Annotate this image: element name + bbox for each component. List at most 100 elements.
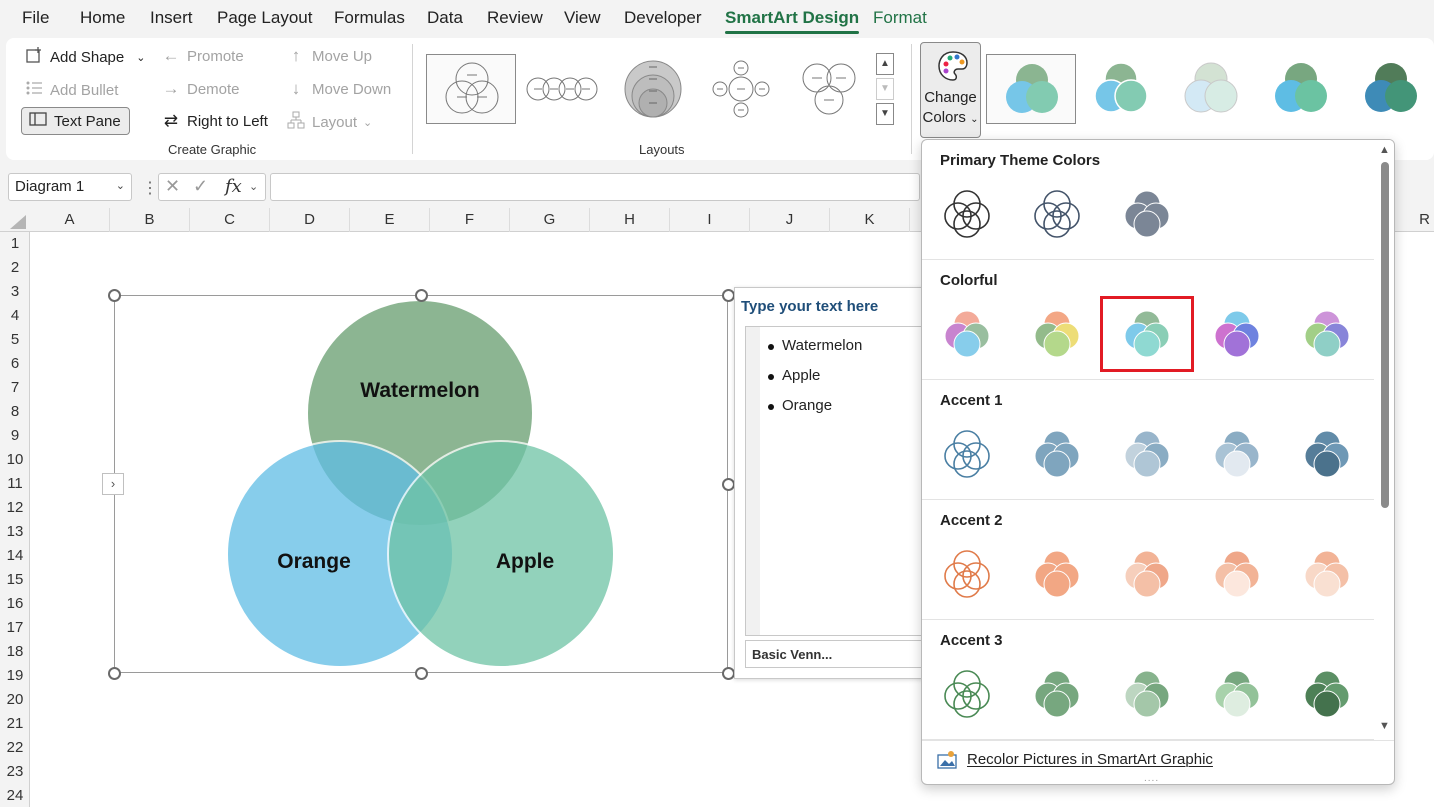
row-number[interactable]: 1 bbox=[0, 232, 30, 256]
color-menu-scrollbar[interactable]: ▲ ▼ bbox=[1376, 140, 1394, 740]
menu-home[interactable]: Home bbox=[80, 8, 125, 28]
venn-diagram[interactable]: Watermelon Orange Apple bbox=[114, 295, 734, 679]
layout-basic-venn[interactable] bbox=[426, 54, 516, 124]
color-option-accent-2-light[interactable] bbox=[1291, 538, 1363, 610]
column-b[interactable]: B bbox=[110, 208, 190, 232]
row-number[interactable]: 12 bbox=[0, 496, 30, 520]
menu-review[interactable]: Review bbox=[487, 8, 543, 28]
color-option-accent-3-dark[interactable] bbox=[1291, 658, 1363, 730]
recolor-pictures-option[interactable]: Recolor Pictures in SmartArt Graphic ...… bbox=[922, 740, 1394, 784]
menu-page-layout[interactable]: Page Layout bbox=[217, 8, 312, 28]
menu-insert[interactable]: Insert bbox=[150, 8, 193, 28]
row-number[interactable]: 21 bbox=[0, 712, 30, 736]
more-options-icon[interactable]: ⋮ bbox=[142, 178, 158, 198]
add-shape-button[interactable]: Add Shape ⌄ bbox=[24, 46, 145, 69]
color-option-accent-3-fill[interactable] bbox=[1021, 658, 1093, 730]
layout-stacked-venn[interactable] bbox=[608, 54, 698, 124]
color-option-accent-1-gradient-range[interactable] bbox=[1111, 418, 1183, 490]
column-k[interactable]: K bbox=[830, 208, 910, 232]
change-colors-button[interactable]: Change Colors ⌄ bbox=[920, 42, 981, 138]
color-option-accent-1-dark[interactable] bbox=[1291, 418, 1363, 490]
menu-data[interactable]: Data bbox=[427, 8, 463, 28]
column-e[interactable]: E bbox=[350, 208, 430, 232]
chevron-down-icon[interactable]: ⌄ bbox=[249, 180, 258, 193]
menu-file[interactable]: File bbox=[22, 8, 49, 28]
column-d[interactable]: D bbox=[270, 208, 350, 232]
row-number[interactable]: 24 bbox=[0, 784, 30, 807]
layout-name-link[interactable]: Basic Venn... bbox=[745, 640, 923, 668]
color-option-dark-2-outline[interactable] bbox=[1021, 178, 1093, 250]
right-to-left-button[interactable]: ⇄ Right to Left bbox=[161, 111, 268, 131]
text-pane-item[interactable]: Orange bbox=[767, 397, 832, 414]
demote-button[interactable]: → Demote bbox=[161, 79, 240, 99]
color-option-colorful-4[interactable] bbox=[1201, 298, 1273, 370]
text-pane-button[interactable]: Text Pane bbox=[21, 107, 130, 135]
chevron-down-icon[interactable]: ⌄ bbox=[116, 179, 125, 192]
color-option-colorful-3[interactable] bbox=[1100, 296, 1194, 372]
venn-label-watermelon[interactable]: Watermelon bbox=[360, 379, 479, 402]
cancel-icon[interactable]: ✕ bbox=[165, 176, 180, 197]
promote-button[interactable]: ← Promote bbox=[161, 46, 244, 66]
column-c[interactable]: C bbox=[190, 208, 270, 232]
scrollbar-thumb[interactable] bbox=[1381, 162, 1389, 508]
layouts-more-button[interactable]: ▼ bbox=[876, 103, 894, 125]
color-option-accent-2-fill[interactable] bbox=[1021, 538, 1093, 610]
menu-developer[interactable]: Developer bbox=[624, 8, 702, 28]
resize-handle[interactable] bbox=[108, 667, 121, 680]
color-option-accent-2-transparent[interactable] bbox=[1201, 538, 1273, 610]
column-g[interactable]: G bbox=[510, 208, 590, 232]
color-option-accent-1-fill[interactable] bbox=[1021, 418, 1093, 490]
color-option-colorful-1[interactable] bbox=[931, 298, 1003, 370]
column-f[interactable]: F bbox=[430, 208, 510, 232]
name-box[interactable]: Diagram 1 ⌄ bbox=[8, 173, 132, 201]
venn-label-orange[interactable]: Orange bbox=[277, 550, 351, 573]
row-number[interactable]: 7 bbox=[0, 376, 30, 400]
row-number[interactable]: 15 bbox=[0, 568, 30, 592]
column-a[interactable]: A bbox=[30, 208, 110, 232]
layout-button[interactable]: Layout ⌄ bbox=[286, 111, 372, 134]
color-option-accent-3-gradient-range[interactable] bbox=[1111, 658, 1183, 730]
add-shape-dropdown-icon[interactable]: ⌄ bbox=[136, 51, 145, 64]
menu-format[interactable]: Format bbox=[873, 8, 927, 28]
text-pane-item[interactable]: Watermelon bbox=[767, 337, 862, 354]
resize-handle[interactable] bbox=[108, 289, 121, 302]
row-number[interactable]: 13 bbox=[0, 520, 30, 544]
column-j[interactable]: J bbox=[750, 208, 830, 232]
resize-gripper-icon[interactable]: .... bbox=[1144, 773, 1159, 784]
select-all-icon[interactable] bbox=[10, 215, 26, 233]
smartart-style-moderate[interactable] bbox=[1256, 54, 1346, 124]
row-number[interactable]: 18 bbox=[0, 640, 30, 664]
move-down-button[interactable]: ↓ Move Down bbox=[286, 79, 391, 99]
smartart-style-intense[interactable] bbox=[1346, 54, 1434, 124]
move-up-button[interactable]: ↑ Move Up bbox=[286, 46, 372, 66]
row-number[interactable]: 9 bbox=[0, 424, 30, 448]
smartart-style-simple-fill[interactable] bbox=[986, 54, 1076, 124]
formula-input[interactable] bbox=[270, 173, 920, 201]
scroll-up-icon[interactable]: ▲ bbox=[1379, 144, 1390, 156]
layout-venn-alternate[interactable] bbox=[784, 54, 874, 124]
add-bullet-button[interactable]: Add Bullet bbox=[24, 79, 118, 102]
row-number[interactable]: 3 bbox=[0, 280, 30, 304]
color-option-accent-3-outline[interactable] bbox=[931, 658, 1003, 730]
color-option-colorful-2[interactable] bbox=[1021, 298, 1093, 370]
color-option-accent-2-outline[interactable] bbox=[931, 538, 1003, 610]
scroll-down-icon[interactable]: ▼ bbox=[1379, 720, 1390, 732]
row-number[interactable]: 23 bbox=[0, 760, 30, 784]
smartart-style-white-outline[interactable] bbox=[1076, 54, 1166, 124]
color-option-dark-1-outline[interactable] bbox=[931, 178, 1003, 250]
menu-smartart-design[interactable]: SmartArt Design bbox=[725, 8, 860, 34]
color-option-accent-1-transparent[interactable] bbox=[1201, 418, 1273, 490]
venn-label-apple[interactable]: Apple bbox=[496, 550, 554, 573]
resize-handle[interactable] bbox=[415, 667, 428, 680]
row-number[interactable]: 10 bbox=[0, 448, 30, 472]
menu-view[interactable]: View bbox=[564, 8, 601, 28]
column-i[interactable]: I bbox=[670, 208, 750, 232]
row-number[interactable]: 11 bbox=[0, 472, 30, 496]
row-number[interactable]: 19 bbox=[0, 664, 30, 688]
layout-radial-venn[interactable] bbox=[696, 54, 786, 124]
text-pane-item[interactable]: Apple bbox=[767, 367, 820, 384]
menu-formulas[interactable]: Formulas bbox=[334, 8, 405, 28]
row-number[interactable]: 20 bbox=[0, 688, 30, 712]
row-number[interactable]: 22 bbox=[0, 736, 30, 760]
text-pane-toggle-button[interactable]: › bbox=[102, 473, 124, 495]
